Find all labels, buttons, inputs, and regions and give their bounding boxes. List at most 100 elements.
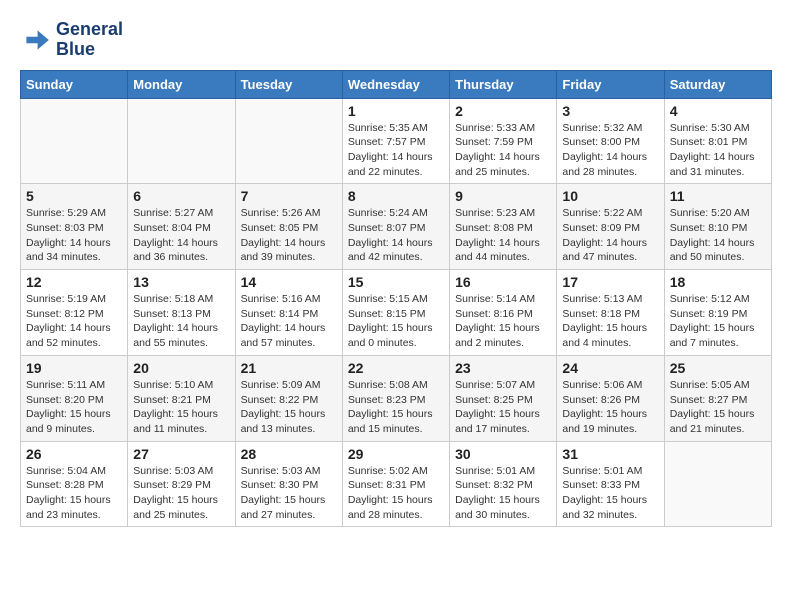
day-info: Sunrise: 5:01 AM Sunset: 8:32 PM Dayligh… (455, 464, 551, 523)
day-number: 18 (670, 274, 766, 290)
day-number: 24 (562, 360, 658, 376)
calendar-cell: 7Sunrise: 5:26 AM Sunset: 8:05 PM Daylig… (235, 184, 342, 270)
calendar-cell: 5 Sunrise: 5:29 AM Sunset: 8:03 PM Daylig… (21, 184, 128, 270)
calendar-cell: 1 Sunrise: 5:35 AM Sunset: 7:57 PM Daylig… (342, 98, 449, 184)
calendar-cell (21, 98, 128, 184)
calendar-cell: 16 Sunrise: 5:14 AM Sunset: 8:16 PM Dayli… (450, 270, 557, 356)
calendar-cell (128, 98, 235, 184)
day-number: 26 (26, 446, 122, 462)
day-info: Sunrise: 5:07 AM Sunset: 8:25 PM Dayligh… (455, 378, 551, 437)
calendar-cell: 24 Sunrise: 5:06 AM Sunset: 8:26 PM Dayli… (557, 355, 664, 441)
day-info: Sunrise: 5:03 AM Sunset: 8:30 PM Dayligh… (241, 464, 337, 523)
calendar-cell: 15 Sunrise: 5:15 AM Sunset: 8:15 PM Dayli… (342, 270, 449, 356)
calendar-cell: 4 Sunrise: 5:30 AM Sunset: 8:01 PM Daylig… (664, 98, 771, 184)
day-number: 9 (455, 188, 551, 204)
calendar-cell: 13Sunrise: 5:18 AM Sunset: 8:13 PM Dayli… (128, 270, 235, 356)
calendar-cell: 22 Sunrise: 5:08 AM Sunset: 8:23 PM Dayli… (342, 355, 449, 441)
day-number: 4 (670, 103, 766, 119)
day-number: 13 (133, 274, 229, 290)
calendar-cell: 29Sunrise: 5:02 AM Sunset: 8:31 PM Dayli… (342, 441, 449, 527)
day-info: Sunrise: 5:05 AM Sunset: 8:27 PM Dayligh… (670, 378, 766, 437)
day-number: 3 (562, 103, 658, 119)
day-number: 7 (241, 188, 337, 204)
week-row-2: 5 Sunrise: 5:29 AM Sunset: 8:03 PM Daylig… (21, 184, 772, 270)
day-info: Sunrise: 5:03 AM Sunset: 8:29 PM Dayligh… (133, 464, 229, 523)
day-info: Sunrise: 5:04 AM Sunset: 8:28 PM Dayligh… (26, 464, 122, 523)
logo: General Blue (20, 20, 123, 60)
calendar-cell: 6Sunrise: 5:27 AM Sunset: 8:04 PM Daylig… (128, 184, 235, 270)
day-info: Sunrise: 5:35 AM Sunset: 7:57 PM Dayligh… (348, 121, 444, 180)
calendar-cell: 12 Sunrise: 5:19 AM Sunset: 8:12 PM Dayli… (21, 270, 128, 356)
calendar-cell: 10 Sunrise: 5:22 AM Sunset: 8:09 PM Dayli… (557, 184, 664, 270)
day-number: 16 (455, 274, 551, 290)
calendar-cell: 18 Sunrise: 5:12 AM Sunset: 8:19 PM Dayli… (664, 270, 771, 356)
day-number: 28 (241, 446, 337, 462)
calendar-cell: 23 Sunrise: 5:07 AM Sunset: 8:25 PM Dayli… (450, 355, 557, 441)
day-number: 1 (348, 103, 444, 119)
day-number: 15 (348, 274, 444, 290)
logo-text: General Blue (56, 20, 123, 60)
day-info: Sunrise: 5:19 AM Sunset: 8:12 PM Dayligh… (26, 292, 122, 351)
calendar-cell: 27 Sunrise: 5:03 AM Sunset: 8:29 PM Dayli… (128, 441, 235, 527)
day-header-monday: Monday (128, 70, 235, 98)
calendar-cell: 11 Sunrise: 5:20 AM Sunset: 8:10 PM Dayli… (664, 184, 771, 270)
logo-icon (20, 24, 52, 56)
day-number: 23 (455, 360, 551, 376)
day-info: Sunrise: 5:06 AM Sunset: 8:26 PM Dayligh… (562, 378, 658, 437)
day-number: 20 (133, 360, 229, 376)
day-info: Sunrise: 5:24 AM Sunset: 8:07 PM Dayligh… (348, 206, 444, 265)
calendar-cell: 2 Sunrise: 5:33 AM Sunset: 7:59 PM Daylig… (450, 98, 557, 184)
calendar-cell (235, 98, 342, 184)
day-info: Sunrise: 5:20 AM Sunset: 8:10 PM Dayligh… (670, 206, 766, 265)
day-number: 14 (241, 274, 337, 290)
calendar-cell (664, 441, 771, 527)
calendar-cell: 8 Sunrise: 5:24 AM Sunset: 8:07 PM Daylig… (342, 184, 449, 270)
day-info: Sunrise: 5:23 AM Sunset: 8:08 PM Dayligh… (455, 206, 551, 265)
week-row-4: 19Sunrise: 5:11 AM Sunset: 8:20 PM Dayli… (21, 355, 772, 441)
day-number: 17 (562, 274, 658, 290)
day-info: Sunrise: 5:22 AM Sunset: 8:09 PM Dayligh… (562, 206, 658, 265)
day-number: 21 (241, 360, 337, 376)
day-number: 2 (455, 103, 551, 119)
week-row-3: 12 Sunrise: 5:19 AM Sunset: 8:12 PM Dayli… (21, 270, 772, 356)
day-number: 19 (26, 360, 122, 376)
day-number: 27 (133, 446, 229, 462)
day-number: 31 (562, 446, 658, 462)
calendar-cell: 19Sunrise: 5:11 AM Sunset: 8:20 PM Dayli… (21, 355, 128, 441)
day-number: 11 (670, 188, 766, 204)
day-number: 25 (670, 360, 766, 376)
day-number: 30 (455, 446, 551, 462)
day-info: Sunrise: 5:15 AM Sunset: 8:15 PM Dayligh… (348, 292, 444, 351)
week-row-5: 26 Sunrise: 5:04 AM Sunset: 8:28 PM Dayli… (21, 441, 772, 527)
calendar-cell: 9 Sunrise: 5:23 AM Sunset: 8:08 PM Daylig… (450, 184, 557, 270)
calendar-cell: 26 Sunrise: 5:04 AM Sunset: 8:28 PM Dayli… (21, 441, 128, 527)
day-number: 12 (26, 274, 122, 290)
day-info: Sunrise: 5:16 AM Sunset: 8:14 PM Dayligh… (241, 292, 337, 351)
day-number: 10 (562, 188, 658, 204)
calendar-cell: 30 Sunrise: 5:01 AM Sunset: 8:32 PM Dayli… (450, 441, 557, 527)
day-header-wednesday: Wednesday (342, 70, 449, 98)
day-info: Sunrise: 5:08 AM Sunset: 8:23 PM Dayligh… (348, 378, 444, 437)
day-info: Sunrise: 5:13 AM Sunset: 8:18 PM Dayligh… (562, 292, 658, 351)
header-row: SundayMondayTuesdayWednesdayThursdayFrid… (21, 70, 772, 98)
calendar-cell: 3Sunrise: 5:32 AM Sunset: 8:00 PM Daylig… (557, 98, 664, 184)
day-number: 6 (133, 188, 229, 204)
day-number: 22 (348, 360, 444, 376)
day-number: 29 (348, 446, 444, 462)
day-info: Sunrise: 5:29 AM Sunset: 8:03 PM Dayligh… (26, 206, 122, 265)
calendar-cell: 21Sunrise: 5:09 AM Sunset: 8:22 PM Dayli… (235, 355, 342, 441)
day-info: Sunrise: 5:14 AM Sunset: 8:16 PM Dayligh… (455, 292, 551, 351)
calendar-cell: 14 Sunrise: 5:16 AM Sunset: 8:14 PM Dayli… (235, 270, 342, 356)
day-info: Sunrise: 5:12 AM Sunset: 8:19 PM Dayligh… (670, 292, 766, 351)
page-header: General Blue (20, 20, 772, 60)
day-info: Sunrise: 5:30 AM Sunset: 8:01 PM Dayligh… (670, 121, 766, 180)
day-number: 5 (26, 188, 122, 204)
calendar-cell: 25 Sunrise: 5:05 AM Sunset: 8:27 PM Dayli… (664, 355, 771, 441)
day-info: Sunrise: 5:33 AM Sunset: 7:59 PM Dayligh… (455, 121, 551, 180)
day-header-thursday: Thursday (450, 70, 557, 98)
calendar-table: SundayMondayTuesdayWednesdayThursdayFrid… (20, 70, 772, 528)
day-header-saturday: Saturday (664, 70, 771, 98)
calendar-cell: 28 Sunrise: 5:03 AM Sunset: 8:30 PM Dayli… (235, 441, 342, 527)
day-number: 8 (348, 188, 444, 204)
day-info: Sunrise: 5:10 AM Sunset: 8:21 PM Dayligh… (133, 378, 229, 437)
